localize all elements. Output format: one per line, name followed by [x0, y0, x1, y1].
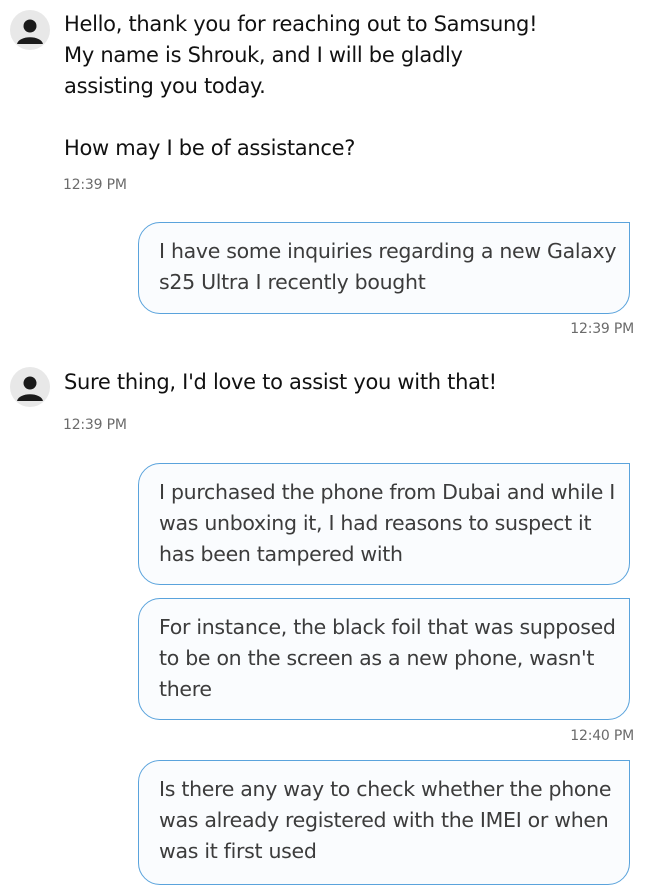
user-message-foil: For instance, the black foil that was su…: [138, 598, 630, 720]
agent-message-greeting: Hello, thank you for reaching out to Sam…: [64, 12, 538, 160]
person-icon: [17, 19, 43, 44]
message-timestamp: 12:39 PM: [63, 417, 127, 433]
user-message-text: Is there any way to check whether the ph…: [159, 777, 612, 863]
user-message-imei: Is there any way to check whether the ph…: [138, 760, 630, 885]
message-timestamp: 12:39 PM: [63, 177, 127, 193]
user-message-inquiry: I have some inquiries regarding a new Ga…: [138, 222, 630, 314]
message-timestamp: 12:39 PM: [570, 321, 634, 337]
user-message-text: I have some inquiries regarding a new Ga…: [159, 239, 617, 294]
message-timestamp: 12:40 PM: [570, 728, 634, 744]
person-icon: [17, 376, 43, 401]
user-message-text: For instance, the black foil that was su…: [159, 615, 616, 701]
agent-avatar: [10, 10, 50, 50]
chat-transcript: Hello, thank you for reaching out to Sam…: [0, 0, 647, 885]
user-message-text: I purchased the phone from Dubai and whi…: [159, 480, 616, 566]
agent-avatar: [10, 367, 50, 407]
agent-message-reply: Sure thing, I'd love to assist you with …: [64, 370, 497, 394]
user-message-purchase: I purchased the phone from Dubai and whi…: [138, 463, 630, 585]
